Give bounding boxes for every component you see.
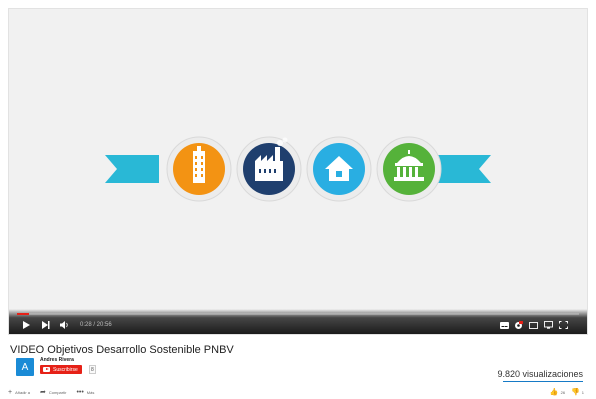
subscribe-label: Suscribirse xyxy=(53,366,78,373)
like-dislike: 👍 26 👎 1 xyxy=(544,388,584,396)
avatar[interactable]: A xyxy=(16,358,34,376)
more-label: Más xyxy=(86,389,95,395)
share-icon: ➦ xyxy=(40,389,46,396)
more-icon: ••• xyxy=(76,388,84,396)
cast-button[interactable] xyxy=(543,320,553,330)
settings-button[interactable] xyxy=(513,320,523,330)
fullscreen-button[interactable] xyxy=(558,320,568,330)
youtube-logo-icon xyxy=(43,367,50,372)
subscribe-button[interactable]: Suscribirse xyxy=(40,365,82,374)
dislike-count: 1 xyxy=(581,389,584,395)
thumbs-up-icon[interactable]: 👍 xyxy=(550,388,559,396)
house-badge xyxy=(306,136,372,202)
add-to-button[interactable]: + Añadir a xyxy=(8,389,30,396)
plus-icon: + xyxy=(8,388,13,396)
next-icon xyxy=(42,321,50,329)
progress-fill xyxy=(17,313,30,315)
share-button[interactable]: ➦ Compartir xyxy=(40,388,66,396)
player-controls: 0:28 / 20:56 xyxy=(9,309,587,334)
sentiment-bar xyxy=(503,381,583,382)
add-to-label: Añadir a xyxy=(15,389,30,395)
subscriber-count: 8 xyxy=(89,365,96,374)
volume-button[interactable] xyxy=(59,320,71,330)
avatar-letter: A xyxy=(21,361,29,373)
building-icon xyxy=(193,146,205,183)
action-bar: + Añadir a ➦ Compartir ••• Más xyxy=(8,388,104,397)
miniplayer-icon xyxy=(528,321,538,329)
video-frame[interactable] xyxy=(9,9,587,309)
like-count: 26 xyxy=(560,389,566,395)
thumbs-down-icon[interactable]: 👎 xyxy=(571,388,580,396)
progress-bar[interactable] xyxy=(17,313,579,315)
channel-name[interactable]: Andres Rivera xyxy=(40,357,74,363)
video-title: VIDEO Objetivos Desarrollo Sostenible PN… xyxy=(10,344,234,356)
fullscreen-icon xyxy=(558,321,568,329)
play-icon xyxy=(23,321,30,329)
share-label: Compartir xyxy=(48,389,67,395)
subtitles-icon xyxy=(499,321,509,329)
view-count: 9.820 visualizaciones xyxy=(497,369,583,379)
next-button[interactable] xyxy=(41,320,51,330)
subtitles-button[interactable] xyxy=(499,320,509,330)
cast-icon xyxy=(543,321,553,329)
building-badge xyxy=(166,136,232,202)
volume-icon xyxy=(60,321,68,329)
time-display: 0:28 / 20:56 xyxy=(80,322,112,328)
settings-icon xyxy=(514,320,523,329)
left-ribbon xyxy=(105,155,159,183)
miniplayer-button[interactable] xyxy=(528,320,538,330)
more-button[interactable]: ••• Más xyxy=(76,389,94,396)
factory-badge xyxy=(236,136,302,202)
government-badge xyxy=(376,136,442,202)
video-player[interactable]: 0:28 / 20:56 xyxy=(8,8,588,335)
right-ribbon xyxy=(437,155,491,183)
play-button[interactable] xyxy=(21,320,31,330)
